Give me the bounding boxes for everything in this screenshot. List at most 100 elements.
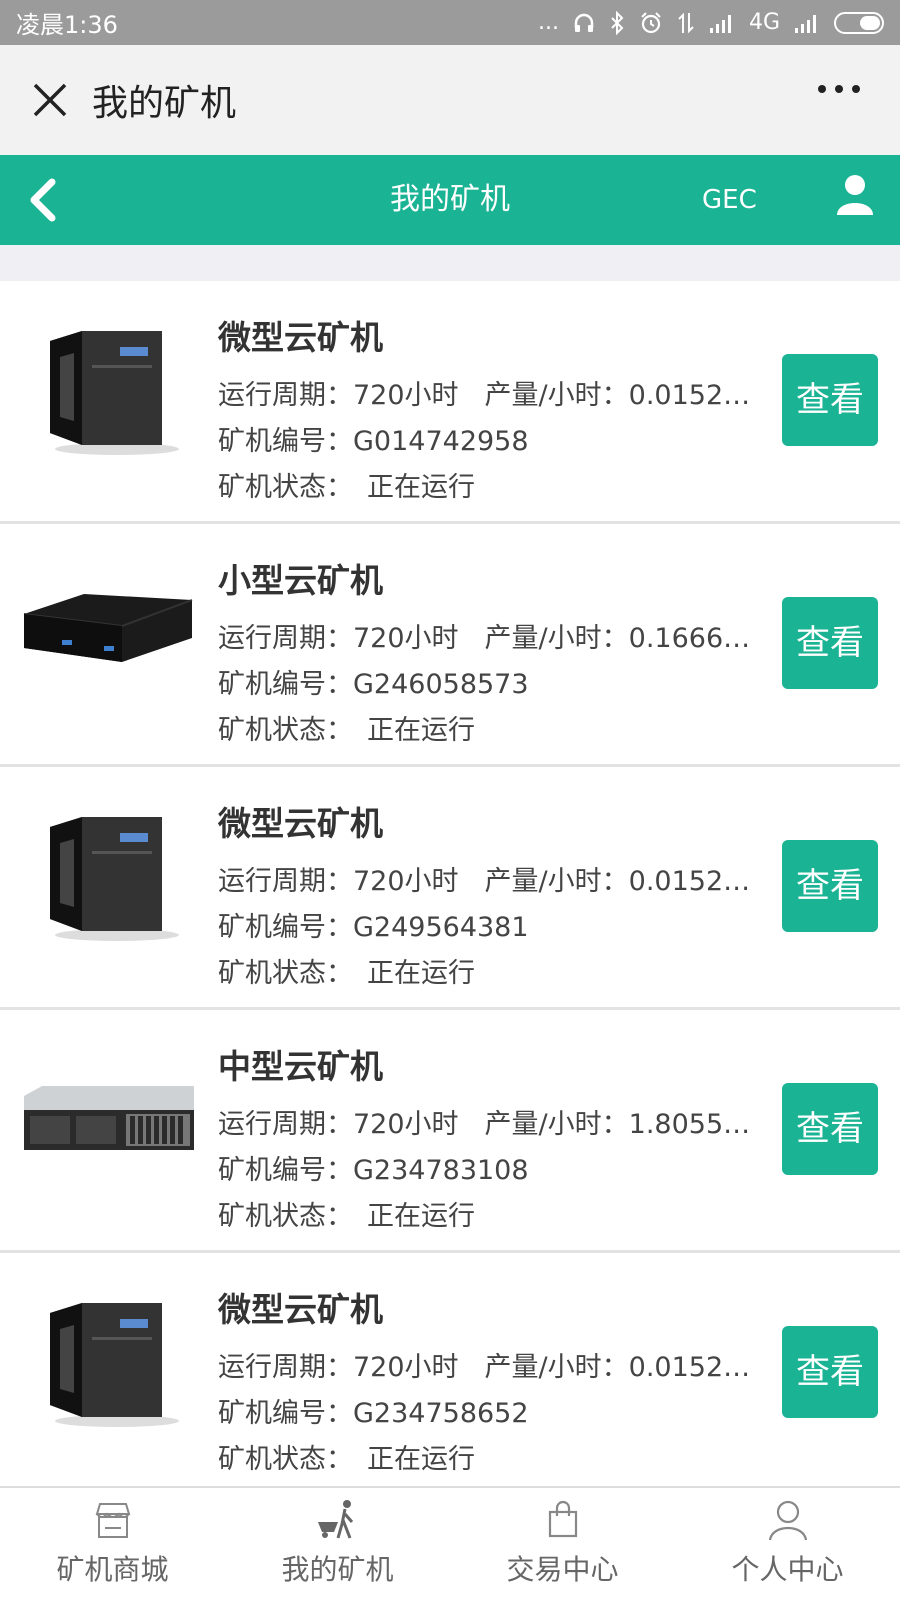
output-value: 0.01527... bbox=[628, 380, 753, 411]
view-button[interactable]: 查看 bbox=[782, 1326, 878, 1418]
output-label: 产量/小时： bbox=[484, 866, 629, 897]
status-value: 正在运行 bbox=[367, 958, 475, 989]
cycle-label: 运行周期： bbox=[218, 1352, 353, 1383]
status-value: 正在运行 bbox=[367, 715, 475, 746]
miner-image bbox=[22, 321, 197, 461]
more-dot bbox=[818, 85, 826, 93]
miner-list: 微型云矿机 运行周期：720小时 产量/小时：0.01527... 矿机编号：G014… bbox=[0, 281, 900, 1496]
miner-list-item: 微型云矿机运行周期：720小时 产量/小时：0.01527... 矿机编号：G014… bbox=[0, 281, 900, 524]
close-icon bbox=[33, 83, 67, 117]
signal-icon bbox=[709, 14, 731, 33]
cycle-value: 720小时 bbox=[353, 1109, 459, 1140]
miner-status: 矿机状态： 正在运行 bbox=[218, 1437, 475, 1476]
more-menu-button[interactable] bbox=[818, 85, 860, 93]
cycle-label: 运行周期： bbox=[218, 623, 353, 654]
cycle-label: 运行周期： bbox=[218, 380, 353, 411]
shopping-bag-icon bbox=[548, 1500, 577, 1538]
miner-status: 矿机状态： 正在运行 bbox=[218, 465, 475, 504]
status-icons: ... 4G bbox=[538, 10, 884, 35]
output-value: 0.01527... bbox=[628, 1352, 753, 1383]
miner-cycle-output: 运行周期：720小时 产量/小时：0.16666... bbox=[218, 616, 753, 655]
more-dots: ... bbox=[537, 10, 559, 35]
miner-number: 矿机编号：G249564381 bbox=[218, 905, 529, 944]
status-value: 正在运行 bbox=[367, 1444, 475, 1475]
view-button[interactable]: 查看 bbox=[782, 597, 878, 689]
view-button[interactable]: 查看 bbox=[782, 1083, 878, 1175]
status-label: 矿机状态： bbox=[218, 472, 353, 503]
status-value: 正在运行 bbox=[367, 1201, 475, 1232]
number-value: G246058573 bbox=[353, 669, 529, 700]
miner-worker-icon bbox=[317, 1500, 353, 1539]
number-label: 矿机编号： bbox=[218, 669, 353, 700]
cycle-label: 运行周期： bbox=[218, 866, 353, 897]
output-label: 产量/小时： bbox=[484, 380, 629, 411]
wechat-title-bar: 我的矿机 bbox=[0, 45, 900, 155]
miner-number: 矿机编号：G246058573 bbox=[218, 662, 529, 701]
nav-trade-center[interactable]: 交易中心 bbox=[450, 1488, 675, 1600]
person-icon bbox=[768, 1500, 807, 1541]
user-button[interactable] bbox=[835, 173, 875, 217]
miner-number: 矿机编号：G014742958 bbox=[218, 419, 529, 458]
number-label: 矿机编号： bbox=[218, 426, 353, 457]
number-label: 矿机编号： bbox=[218, 1155, 353, 1186]
output-label: 产量/小时： bbox=[484, 623, 629, 654]
bottom-nav: 矿机商城 我的矿机 交易中心 个人中心 bbox=[0, 1486, 900, 1600]
alarm-icon bbox=[641, 11, 661, 33]
signal-icon-2 bbox=[795, 14, 816, 33]
view-button[interactable]: 查看 bbox=[782, 354, 878, 446]
miner-name: 微型云矿机 bbox=[218, 318, 383, 357]
number-value: G014742958 bbox=[353, 426, 529, 457]
number-label: 矿机编号： bbox=[218, 912, 353, 943]
miner-number: 矿机编号：G234758652 bbox=[218, 1391, 529, 1430]
miner-status: 矿机状态： 正在运行 bbox=[218, 1194, 475, 1233]
network-label: 4G bbox=[748, 10, 780, 35]
view-button[interactable]: 查看 bbox=[782, 840, 878, 932]
screen: 凌晨1:36 ... 4G 我的矿机 我的矿机 GEC 微型云矿机 运行周期：7… bbox=[0, 0, 900, 1600]
headphone-icon bbox=[574, 13, 594, 32]
output-value: 0.01527... bbox=[628, 866, 753, 897]
output-label: 产量/小时： bbox=[484, 1109, 629, 1140]
cycle-value: 720小时 bbox=[353, 866, 459, 897]
status-label: 矿机状态： bbox=[218, 958, 353, 989]
miner-list-item: 中型云矿机运行周期：720小时 产量/小时：1.80555... 矿机编号：G234… bbox=[0, 1010, 900, 1253]
miner-name: 微型云矿机 bbox=[218, 1290, 383, 1329]
nav-my-miners[interactable]: 我的矿机 bbox=[225, 1488, 450, 1600]
miner-cycle-output: 运行周期：720小时 产量/小时：1.80555... bbox=[218, 1102, 753, 1141]
page-title: 我的矿机 bbox=[390, 182, 510, 217]
miner-image bbox=[22, 1050, 197, 1190]
miner-list-item: 微型云矿机运行周期：720小时 产量/小时：0.01527... 矿机编号：G234… bbox=[0, 1253, 900, 1496]
miner-image bbox=[22, 1293, 197, 1433]
back-button[interactable] bbox=[26, 173, 66, 227]
status-bar: 凌晨1:36 ... 4G bbox=[0, 0, 900, 45]
close-button[interactable] bbox=[20, 70, 80, 130]
gec-link[interactable]: GEC bbox=[702, 155, 757, 245]
miner-list-item: 微型云矿机运行周期：720小时 产量/小时：0.01527... 矿机编号：G249… bbox=[0, 767, 900, 1010]
user-icon bbox=[837, 175, 873, 215]
miner-status: 矿机状态： 正在运行 bbox=[218, 708, 475, 747]
miner-name: 小型云矿机 bbox=[218, 561, 383, 600]
wechat-title: 我的矿机 bbox=[92, 83, 237, 124]
number-value: G234783108 bbox=[353, 1155, 529, 1186]
output-value: 1.80555... bbox=[628, 1109, 753, 1140]
number-value: G249564381 bbox=[353, 912, 529, 943]
output-value: 0.16666... bbox=[628, 623, 753, 654]
more-dot bbox=[835, 85, 843, 93]
nav-personal-center[interactable]: 个人中心 bbox=[675, 1488, 900, 1600]
nav-label: 交易中心 bbox=[506, 1553, 619, 1586]
battery-icon bbox=[834, 11, 884, 34]
miner-list-item: 小型云矿机运行周期：720小时 产量/小时：0.16666... 矿机编号：G246… bbox=[0, 524, 900, 767]
nav-label: 个人中心 bbox=[731, 1553, 844, 1586]
cycle-value: 720小时 bbox=[353, 623, 459, 654]
miner-name: 中型云矿机 bbox=[218, 1047, 383, 1086]
chevron-left-icon bbox=[30, 178, 56, 222]
miner-name: 微型云矿机 bbox=[218, 804, 383, 843]
nav-store[interactable]: 矿机商城 bbox=[0, 1488, 225, 1600]
cycle-label: 运行周期： bbox=[218, 1109, 353, 1140]
miner-cycle-output: 运行周期：720小时 产量/小时：0.01527... bbox=[218, 1345, 753, 1384]
miner-cycle-output: 运行周期：720小时 产量/小时：0.01527... bbox=[218, 373, 753, 412]
status-label: 矿机状态： bbox=[218, 1201, 353, 1232]
number-label: 矿机编号： bbox=[218, 1398, 353, 1429]
number-value: G234758652 bbox=[353, 1398, 529, 1429]
app-header: 我的矿机 GEC bbox=[0, 155, 900, 245]
section-gap bbox=[0, 245, 900, 281]
